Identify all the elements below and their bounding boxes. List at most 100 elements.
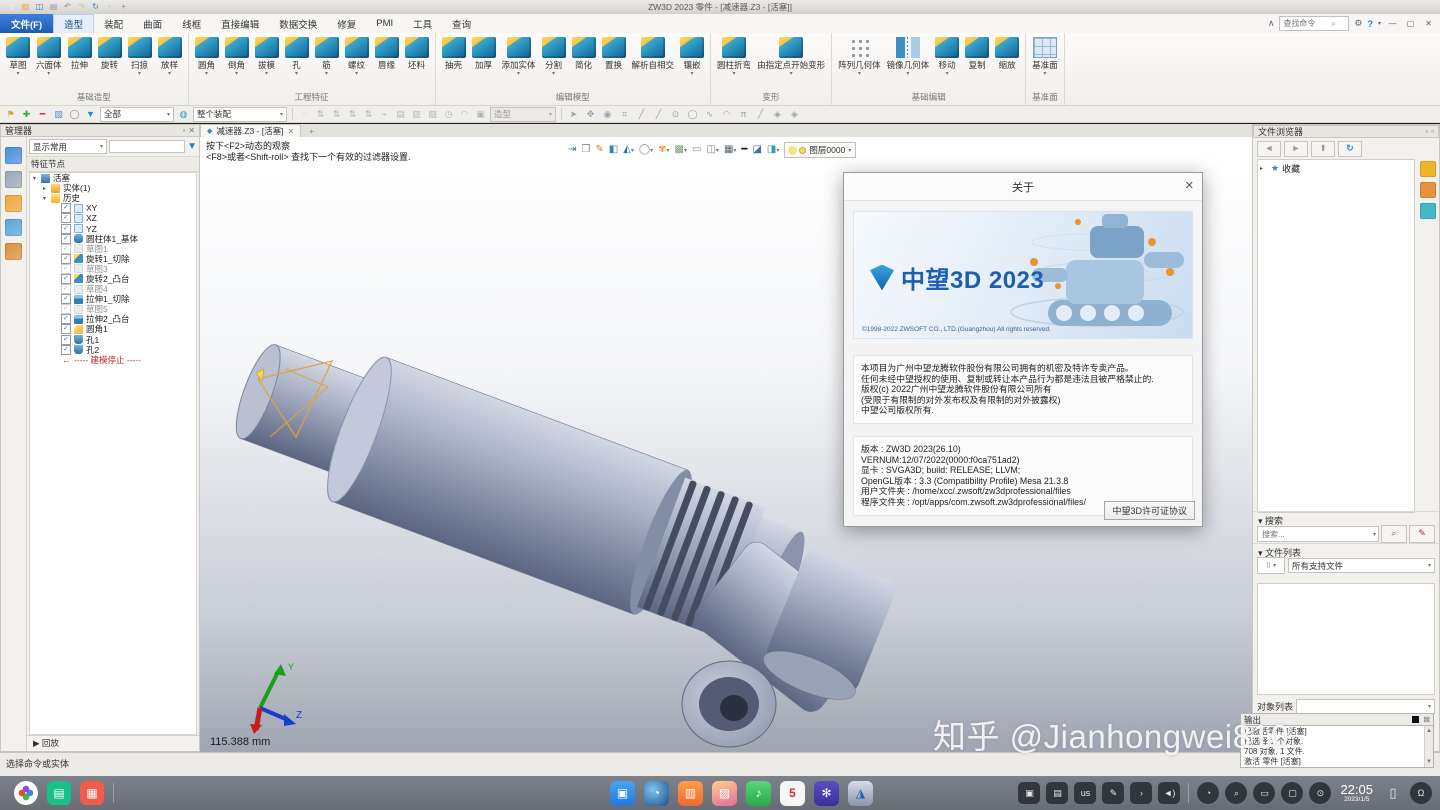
scope-dropdown[interactable]: 整个装配▾ [193, 107, 287, 122]
help-icon[interactable]: ? [1367, 19, 1373, 29]
ribbon-button-拔模[interactable]: 拔模▾ [252, 34, 282, 91]
ribbon-button-放样[interactable]: 放样▾ [155, 34, 185, 91]
ribbon-button-草图[interactable]: 草图▾ [3, 34, 33, 91]
power-icon[interactable]: ⊙ [1309, 782, 1331, 804]
license-agreement-button[interactable]: 中望3D许可证协议 [1104, 501, 1195, 520]
ribbon-button-阵列几何体[interactable]: 阵列几何体▾ [835, 34, 884, 91]
tab-线框[interactable]: 线框 [172, 14, 211, 33]
ribbon-button-圆角[interactable]: 圆角▾ [192, 34, 222, 91]
recorder-icon[interactable]: ▭ [1253, 782, 1275, 804]
ribbon-button-唇缘[interactable]: 唇缘 [372, 34, 402, 91]
tree-item-拉伸1_切除[interactable]: ✓拉伸1_切除 [30, 294, 196, 304]
move-free-icon[interactable]: ✥ [584, 108, 597, 121]
pi-icon[interactable]: π [737, 108, 750, 121]
ellipse-filter-icon[interactable]: ◯ [68, 108, 81, 121]
visibility-checkbox[interactable]: ✓ [61, 294, 71, 304]
ribbon-button-扫掠[interactable]: 扫掠▾ [125, 34, 155, 91]
tree-item-圆角1[interactable]: ✓圆角1 [30, 324, 196, 334]
close-panel-icon[interactable]: ✕ [188, 126, 195, 135]
back-button[interactable]: ◄ [1257, 141, 1281, 157]
tab-PMI[interactable]: PMI [366, 14, 403, 33]
control-center-icon[interactable]: ✻ [814, 781, 839, 806]
up-button[interactable]: ⬆ [1311, 141, 1335, 157]
app-grid-icon[interactable]: ▦ [80, 781, 104, 805]
replay-bar[interactable]: ▶ 回放 [27, 735, 199, 751]
browser-icon[interactable]: ◔ [644, 781, 669, 806]
tab-造型[interactable]: 造型 [53, 14, 94, 33]
dropdown-caret-icon[interactable]: ▾ [946, 71, 949, 78]
arc-icon[interactable]: ◠ [720, 108, 733, 121]
pen-tool-icon[interactable]: ✎ [1102, 782, 1124, 804]
tab-工具[interactable]: 工具 [403, 14, 442, 33]
dropdown-caret-icon[interactable]: ▾ [1043, 71, 1046, 78]
ribbon-button-镜像几何体[interactable]: 镜像几何体▾ [884, 34, 933, 91]
dropdown-caret-icon[interactable]: ▾ [47, 71, 50, 78]
help-dropdown-icon[interactable]: ▾ [1378, 20, 1381, 27]
taskbar-clock[interactable]: 22:05 2023/1/5 [1340, 783, 1373, 804]
ribbon-button-分割[interactable]: 分割▾ [539, 34, 569, 91]
dropdown-caret-icon[interactable]: ▾ [295, 71, 298, 78]
swap3-icon[interactable]: ⇅ [346, 108, 359, 121]
ribbon-button-拉伸[interactable]: 拉伸 [65, 34, 95, 91]
scope-icon[interactable]: ◍ [177, 108, 190, 121]
ribbon-button-添加实体[interactable]: 添加实体▾ [499, 34, 539, 91]
ribbon-button-加厚[interactable]: 加厚 [469, 34, 499, 91]
dropdown-caret-icon[interactable]: ▾ [906, 71, 909, 78]
tab-修复[interactable]: 修复 [327, 14, 366, 33]
notification-bell-icon[interactable]: Ω [1410, 782, 1432, 804]
dropdown-caret-icon[interactable]: ▾ [168, 71, 171, 78]
keyboard-icon[interactable]: ▤ [1046, 782, 1068, 804]
visibility-checkbox[interactable]: ✓ [61, 244, 71, 254]
magnifier-icon[interactable]: ⌕ [1225, 782, 1247, 804]
arc-tool-icon[interactable]: ◠ [458, 108, 471, 121]
document-tab[interactable]: ◆ 减速器.Z3 - [活塞] ✕ [200, 124, 301, 137]
tab-查询[interactable]: 查询 [442, 14, 481, 33]
visibility-checkbox[interactable]: ✓ [61, 254, 71, 264]
tree-item-活塞[interactable]: ▾活塞 [30, 173, 196, 183]
ribbon-button-解析自相交[interactable]: 解析自相交 [629, 34, 678, 91]
music-icon[interactable]: ♪ [746, 781, 771, 806]
file-type-dropdown[interactable]: 所有支持文件▾ [1288, 558, 1435, 573]
dialog-close-icon[interactable]: ✕ [1185, 179, 1194, 192]
filter-funnel-icon[interactable]: ▼ [84, 108, 97, 121]
snap-grid-icon[interactable]: ⌗ [618, 108, 631, 121]
multitasking-icon[interactable]: ▤ [47, 781, 71, 805]
tab-曲面[interactable]: 曲面 [133, 14, 172, 33]
ribbon-button-移动[interactable]: 移动▾ [932, 34, 962, 91]
pin-icon[interactable]: ⊠ [1423, 715, 1430, 724]
dropdown-caret-icon[interactable]: ▾ [790, 71, 793, 78]
expand-tray-icon[interactable]: › [1130, 782, 1152, 804]
dock-panel-icon[interactable]: ▫ [1425, 127, 1428, 136]
output-scrollbar[interactable]: ▲▼ [1424, 726, 1433, 767]
visibility-checkbox[interactable]: ✓ [61, 304, 71, 314]
ribbon-button-复制[interactable]: 复制 [962, 34, 992, 91]
refresh-button[interactable]: ↻ [1338, 141, 1362, 157]
diag-icon[interactable]: ╱ [754, 108, 767, 121]
dropdown-caret-icon[interactable]: ▾ [733, 71, 736, 78]
dropdown-caret-icon[interactable]: ▾ [517, 71, 520, 78]
swap1-icon[interactable]: ⇅ [314, 108, 327, 121]
tab-数据交换[interactable]: 数据交换 [269, 14, 327, 33]
tree-item-孔1[interactable]: ✓孔1 [30, 335, 196, 345]
isolate-icon[interactable]: ◌ [298, 108, 311, 121]
app-store-icon[interactable]: ▥ [678, 781, 703, 806]
tree-item-草图4[interactable]: ✓草图4 [30, 284, 196, 294]
clock-icon[interactable]: ◷ [442, 108, 455, 121]
film-icon[interactable]: ▧ [426, 108, 439, 121]
ribbon-button-螺纹[interactable]: 螺纹▾ [342, 34, 372, 91]
favorites-item[interactable]: ▸ ★ 收藏 [1260, 162, 1412, 175]
keyboard-layout-us[interactable]: us [1074, 782, 1096, 804]
dropdown-caret-icon[interactable]: ▾ [552, 71, 555, 78]
swap4-icon[interactable]: ⇅ [362, 108, 375, 121]
fb-tab-recent[interactable] [1420, 182, 1436, 198]
stop-output-icon[interactable] [1412, 716, 1419, 723]
ribbon-button-孔[interactable]: 孔▾ [282, 34, 312, 91]
ribbon-collapse-icon[interactable]: ∧ [1268, 18, 1275, 29]
close-tab-icon[interactable]: ✕ [287, 127, 294, 136]
ribbon-button-简化[interactable]: 简化 [569, 34, 599, 91]
tree-item-实体(1)[interactable]: ▸实体(1) [30, 183, 196, 193]
dropdown-caret-icon[interactable]: ▾ [235, 71, 238, 78]
flag-icon[interactable]: ⚑ [4, 108, 17, 121]
tab-装配[interactable]: 装配 [94, 14, 133, 33]
dock-panel-icon[interactable]: ▫ [182, 126, 185, 135]
